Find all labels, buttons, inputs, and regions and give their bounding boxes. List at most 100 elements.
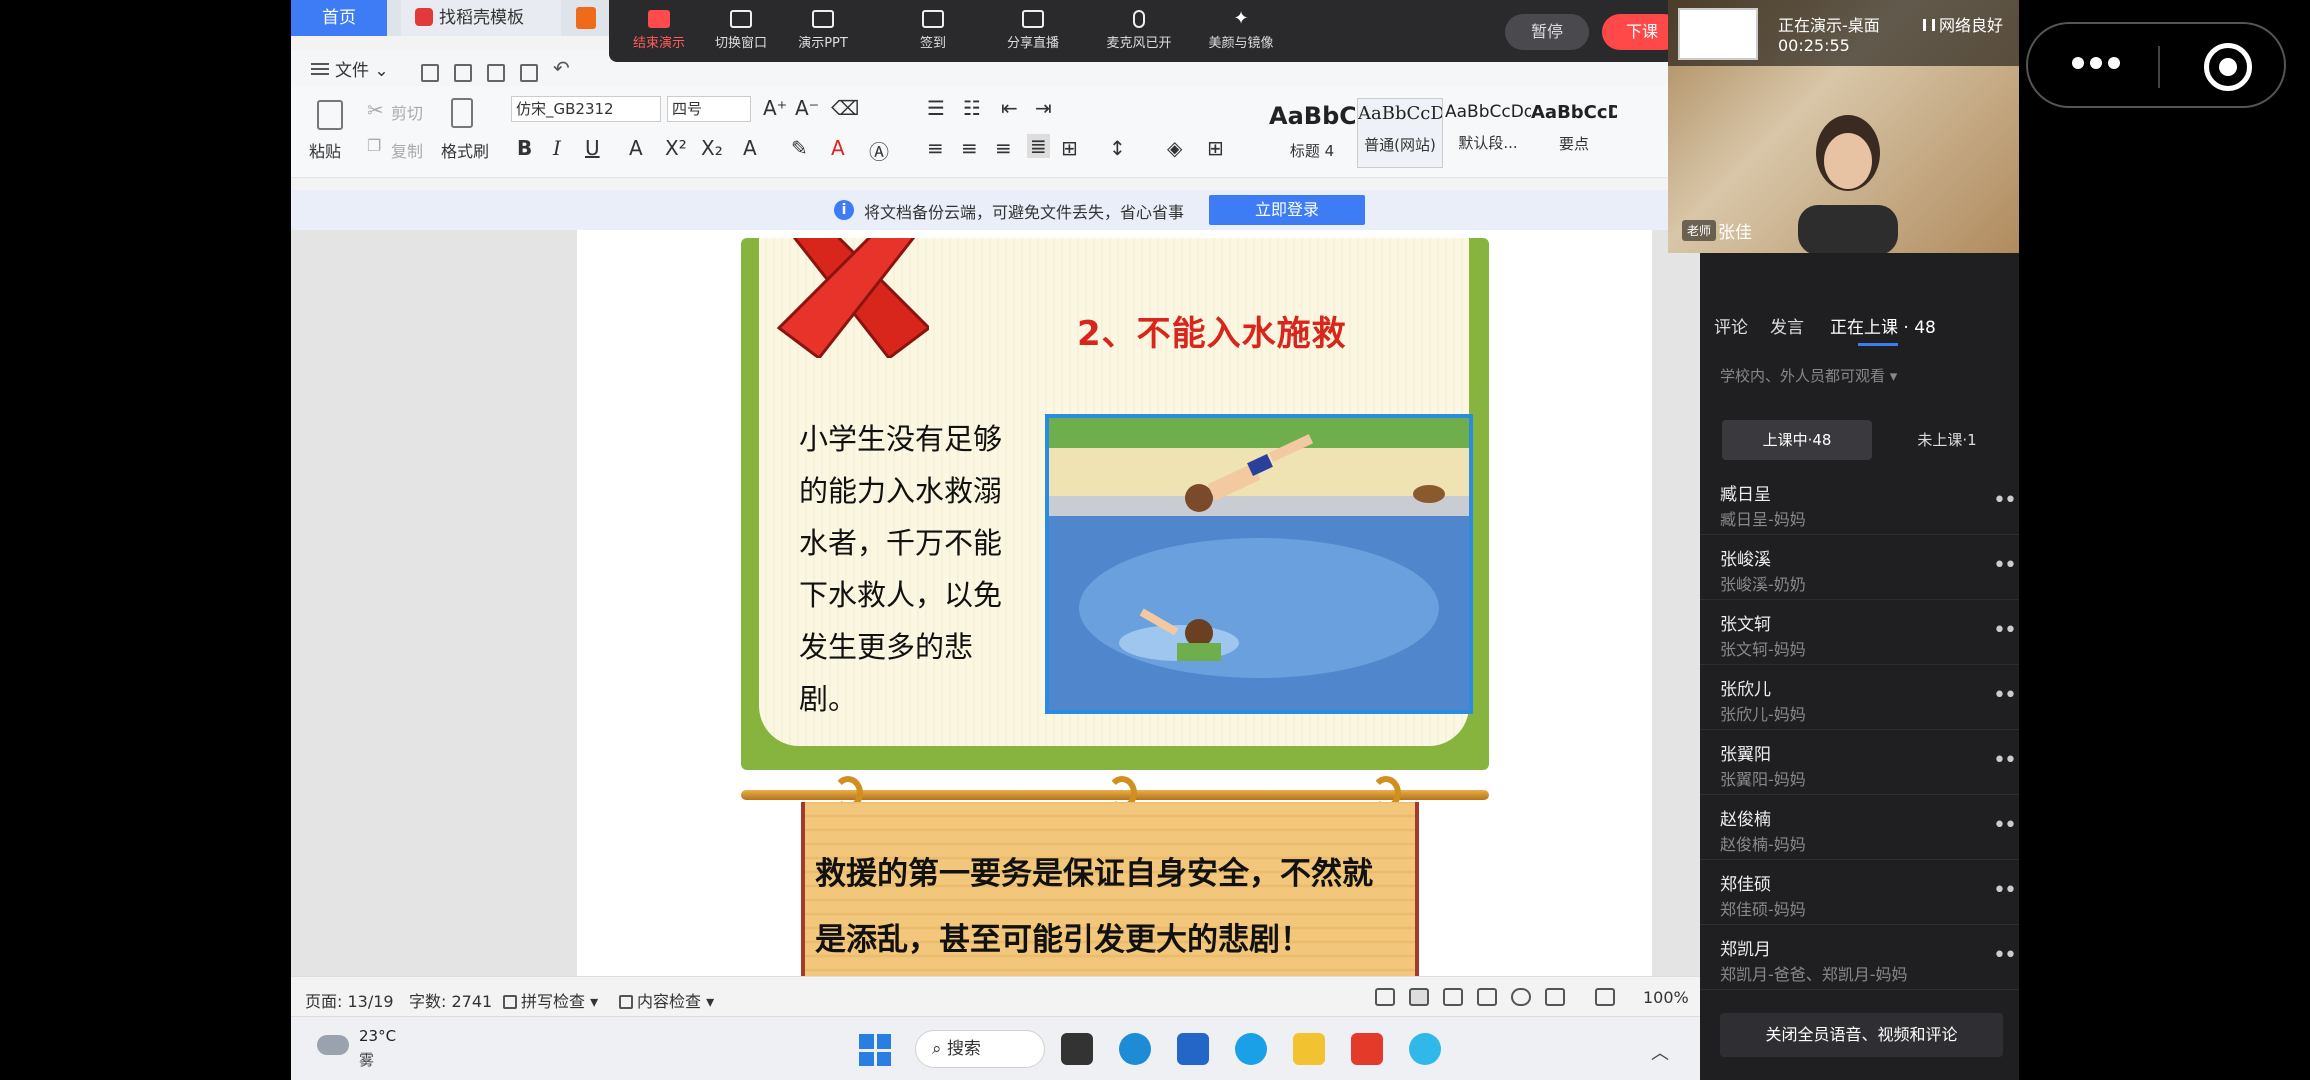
share-live-button[interactable]: 分享直播 (993, 10, 1073, 51)
tab-ppt-file[interactable] (576, 0, 606, 36)
subscript-icon[interactable]: X₂ (701, 136, 723, 160)
format-painter-button[interactable]: 格式刷 (441, 138, 489, 162)
font-name-select[interactable]: 仿宋_GB2312 (511, 96, 661, 122)
login-button[interactable]: 立即登录 (1209, 195, 1365, 225)
text-effect-icon[interactable]: A (743, 136, 757, 160)
list-item[interactable]: 张峻溪 张峻溪-奶奶 •• (1700, 535, 2019, 600)
tab-comments[interactable]: 评论 (1714, 313, 1748, 338)
more-options-icon[interactable]: •• (1993, 943, 2017, 968)
zoom-level[interactable]: 100% (1643, 988, 1689, 1007)
screen-share-thumbnail[interactable] (1678, 8, 1758, 60)
windows-start-icon[interactable] (859, 1034, 891, 1066)
spell-check-button[interactable]: 拼写检查 ▾ (503, 988, 598, 1012)
bold-icon[interactable]: B (517, 136, 532, 160)
weather-temperature[interactable]: 23°C (359, 1027, 396, 1045)
switch-window-button[interactable]: 切换窗口 (701, 10, 781, 51)
tray-chevron-icon[interactable]: ︿ (1651, 1039, 1669, 1065)
mute-all-button[interactable]: 关闭全员语音、视频和评论 (1720, 1013, 2003, 1057)
eye-protection-icon[interactable] (1375, 988, 1395, 1006)
numbering-icon[interactable]: ☷ (963, 96, 981, 120)
cut-button[interactable]: 剪切 (391, 100, 423, 124)
highlight-icon[interactable]: ✎ (791, 136, 808, 160)
more-options-icon[interactable]: •• (1993, 618, 2017, 643)
file-explorer-icon[interactable] (1293, 1033, 1325, 1065)
italic-icon[interactable]: I (553, 136, 561, 160)
font-color-icon[interactable]: A (831, 136, 845, 160)
tab-home[interactable]: 首页 (291, 0, 387, 36)
export-pdf-icon[interactable] (454, 64, 472, 82)
paste-icon[interactable] (317, 100, 343, 130)
pause-button[interactable]: 暂停 (1505, 14, 1589, 50)
shading-icon[interactable]: ◈ (1167, 136, 1182, 160)
word-count[interactable]: 字数: 2741 (409, 988, 492, 1012)
end-presentation-button[interactable]: 结束演示 (619, 10, 699, 51)
ie-browser-icon[interactable] (1235, 1033, 1267, 1065)
tab-speak[interactable]: 发言 (1770, 313, 1804, 338)
list-item[interactable]: 郑佳硕 郑佳硕-妈妈 •• (1700, 860, 2019, 925)
task-view-icon[interactable] (1061, 1033, 1093, 1065)
format-painter-icon[interactable] (451, 98, 473, 128)
outline-view-icon[interactable] (1443, 988, 1463, 1006)
check-in-button[interactable]: 签到 (893, 10, 973, 51)
weather-description[interactable]: 雾 (359, 1049, 374, 1070)
shrink-font-icon[interactable]: A⁻ (795, 96, 819, 120)
store-icon[interactable] (1177, 1033, 1209, 1065)
filter-not-in-class[interactable]: 未上课·1 (1882, 420, 2012, 460)
distribute-icon[interactable]: ⊞ (1061, 136, 1078, 160)
present-ppt-button[interactable]: 演示PPT (783, 10, 863, 51)
tab-in-class[interactable]: 正在上课 · 48 (1830, 313, 1936, 338)
save-icon[interactable] (421, 64, 439, 82)
superscript-icon[interactable]: X² (665, 136, 687, 160)
more-options-icon[interactable]: •• (1993, 813, 2017, 838)
clear-format-icon[interactable]: ⌫ (831, 96, 859, 120)
borders-icon[interactable]: ⊞ (1207, 136, 1224, 160)
align-right-icon[interactable]: ≡ (995, 136, 1012, 160)
char-border-icon[interactable]: Ⓐ (869, 136, 889, 165)
undo-icon[interactable]: ↶ (553, 56, 570, 80)
justify-icon[interactable]: ≣ (1027, 134, 1050, 158)
align-left-icon[interactable]: ≡ (927, 136, 944, 160)
page-view-icon[interactable] (1409, 988, 1429, 1006)
paste-button[interactable]: 粘贴 (309, 138, 341, 162)
wps-office-icon[interactable] (1351, 1033, 1383, 1065)
font-size-select[interactable]: 四号 (667, 96, 751, 122)
web-view-icon[interactable] (1511, 988, 1531, 1006)
more-menu-icon[interactable] (2072, 54, 2132, 78)
tab-template[interactable]: 找稻壳模板 (401, 0, 561, 36)
teacher-camera-view[interactable]: 正在演示-桌面 00:25:55 网络良好 老师 张佳 (1668, 0, 2019, 253)
cloud-weather-icon[interactable] (317, 1035, 349, 1055)
style-default-paragraph[interactable]: AaBbCcDd 默认段... (1445, 98, 1531, 168)
fit-page-icon[interactable] (1595, 988, 1615, 1006)
more-options-icon[interactable]: •• (1993, 748, 2017, 773)
line-spacing-icon[interactable]: ↕ (1109, 136, 1126, 160)
taskbar-search[interactable]: ⌕ 搜索 (915, 1030, 1045, 1068)
list-item[interactable]: 赵俊楠 赵俊楠-妈妈 •• (1700, 795, 2019, 860)
align-center-icon[interactable]: ≡ (961, 136, 978, 160)
content-check-button[interactable]: 内容检查 ▾ (619, 988, 714, 1012)
read-mode-icon[interactable] (1477, 988, 1497, 1006)
style-key-point[interactable]: AaBbCcDc 要点 (1531, 98, 1617, 168)
strikethrough-icon[interactable]: A (629, 136, 643, 160)
style-normal-web[interactable]: AaBbCcDc 普通(网站) (1357, 98, 1443, 168)
list-item[interactable]: 张翼阳 张翼阳-妈妈 •• (1700, 730, 2019, 795)
list-item[interactable]: 张欣儿 张欣儿-妈妈 •• (1700, 665, 2019, 730)
grow-font-icon[interactable]: A⁺ (763, 96, 787, 120)
more-options-icon[interactable]: •• (1993, 553, 2017, 578)
microphone-button[interactable]: 麦克风已开 (1099, 10, 1179, 51)
underline-icon[interactable]: U (585, 136, 600, 160)
list-item[interactable]: 郑凯月 郑凯月-爸爸、郑凯月-妈妈 •• (1700, 925, 2019, 990)
more-options-icon[interactable]: •• (1993, 878, 2017, 903)
chat-app-icon[interactable] (1409, 1033, 1441, 1065)
write-mode-icon[interactable] (1545, 988, 1565, 1006)
more-options-icon[interactable]: •• (1993, 683, 2017, 708)
print-icon[interactable] (487, 64, 505, 82)
list-item[interactable]: 臧日呈 臧日呈-妈妈 •• (1700, 470, 2019, 535)
more-options-icon[interactable]: •• (1993, 488, 2017, 513)
outdent-icon[interactable]: ⇤ (1001, 96, 1018, 120)
visibility-select[interactable]: 学校内、外人员都可观看 ▾ (1720, 365, 1897, 386)
edge-browser-icon[interactable] (1119, 1033, 1151, 1065)
filter-in-class[interactable]: 上课中·48 (1722, 420, 1872, 460)
list-item[interactable]: 张文轲 张文轲-妈妈 •• (1700, 600, 2019, 665)
print-preview-icon[interactable] (520, 64, 538, 82)
style-heading4[interactable]: AaBbC 标题 4 (1269, 98, 1355, 168)
